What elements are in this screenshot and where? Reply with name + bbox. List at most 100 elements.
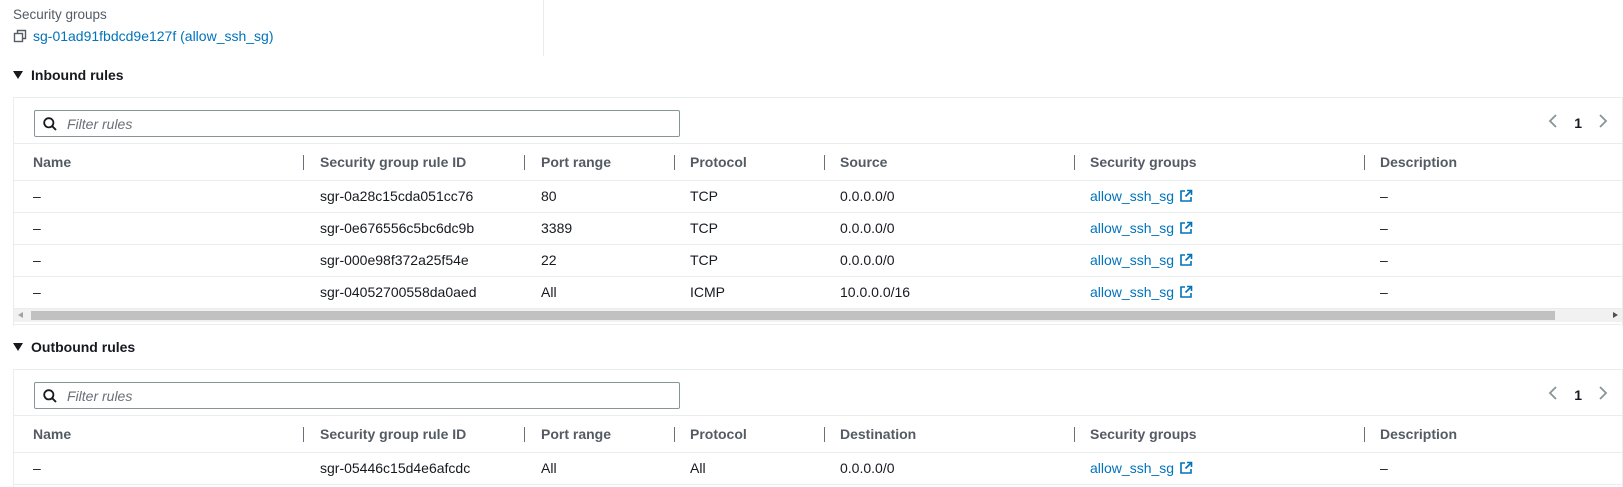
scroll-right-arrow-icon[interactable] <box>1613 312 1618 318</box>
cell-description: – <box>1380 188 1388 204</box>
cell-protocol: TCP <box>690 188 718 204</box>
column-header-description[interactable]: Description <box>1380 416 1457 452</box>
inbound-rules-title: Inbound rules <box>31 67 124 83</box>
column-header-port-range[interactable]: Port range <box>541 416 611 452</box>
cell-security-group-link[interactable]: allow_ssh_sg <box>1090 452 1193 484</box>
divider <box>543 0 544 56</box>
column-header-name[interactable]: Name <box>33 416 71 452</box>
column-header-destination[interactable]: Destination <box>840 416 916 452</box>
column-resizer[interactable] <box>674 155 675 170</box>
outbound-filter[interactable] <box>34 382 680 409</box>
column-resizer[interactable] <box>1364 155 1365 170</box>
column-resizer[interactable] <box>824 155 825 170</box>
search-icon <box>43 116 57 131</box>
cell-protocol: TCP <box>690 252 718 268</box>
cell-rule-id: sgr-0e676556c5bc6dc9b <box>320 220 475 236</box>
table-row: – sgr-0a28c15cda051cc76 80 TCP 0.0.0.0/0… <box>14 180 1622 213</box>
cell-security-group-link[interactable]: allow_ssh_sg <box>1090 276 1193 308</box>
cell-description: – <box>1380 284 1388 300</box>
scroll-left-arrow-icon[interactable] <box>18 312 23 318</box>
divider <box>13 324 1621 325</box>
security-group-link[interactable]: sg-01ad91fbdcd9e127f (allow_ssh_sg) <box>33 28 274 44</box>
external-link-icon <box>1180 253 1193 266</box>
external-link-icon <box>1180 461 1193 474</box>
column-resizer[interactable] <box>303 427 304 442</box>
column-resizer[interactable] <box>1074 155 1075 170</box>
security-group-link-text[interactable]: allow_ssh_sg <box>1090 452 1174 484</box>
cell-description: – <box>1380 252 1388 268</box>
cell-name: – <box>33 188 41 204</box>
cell-source: 10.0.0.0/16 <box>840 284 911 300</box>
cell-port-range: 80 <box>541 188 557 204</box>
column-header-rule-id[interactable]: Security group rule ID <box>320 144 466 180</box>
outbound-rules-panel: 1 Name Security group rule ID Port range… <box>13 369 1623 487</box>
cell-port-range: 3389 <box>541 220 573 236</box>
caret-down-icon <box>13 343 23 351</box>
cell-port-range: All <box>541 284 557 300</box>
column-header-port-range[interactable]: Port range <box>541 144 611 180</box>
external-link-icon <box>1180 285 1193 298</box>
copy-icon[interactable] <box>13 29 27 43</box>
inbound-page-number[interactable]: 1 <box>1574 115 1582 131</box>
inbound-table-header: Name Security group rule ID Port range P… <box>14 143 1622 181</box>
table-row: – sgr-0e676556c5bc6dc9b 3389 TCP 0.0.0.0… <box>14 212 1622 245</box>
chevron-left-icon[interactable] <box>1548 114 1558 131</box>
column-header-security-groups[interactable]: Security groups <box>1090 416 1197 452</box>
outbound-filter-input[interactable] <box>65 386 679 405</box>
column-resizer[interactable] <box>524 155 525 170</box>
security-group-link-text[interactable]: allow_ssh_sg <box>1090 276 1174 308</box>
column-header-name[interactable]: Name <box>33 144 71 180</box>
column-resizer[interactable] <box>303 155 304 170</box>
cell-protocol: TCP <box>690 220 718 236</box>
inbound-filter[interactable] <box>34 110 680 137</box>
external-link-icon <box>1180 189 1193 202</box>
column-header-rule-id[interactable]: Security group rule ID <box>320 416 466 452</box>
cell-port-range: All <box>541 460 557 476</box>
external-link-icon <box>1180 221 1193 234</box>
column-header-protocol[interactable]: Protocol <box>690 416 747 452</box>
cell-source: 0.0.0.0/0 <box>840 220 895 236</box>
security-group-link-row: sg-01ad91fbdcd9e127f (allow_ssh_sg) <box>13 28 274 44</box>
column-resizer[interactable] <box>824 427 825 442</box>
inbound-rules-toggle[interactable]: Inbound rules <box>13 67 124 83</box>
cell-protocol: All <box>690 460 706 476</box>
column-header-protocol[interactable]: Protocol <box>690 144 747 180</box>
column-resizer[interactable] <box>524 427 525 442</box>
scrollbar-thumb[interactable] <box>31 311 1555 320</box>
outbound-table-header: Name Security group rule ID Port range P… <box>14 415 1622 453</box>
chevron-right-icon[interactable] <box>1598 114 1608 131</box>
chevron-right-icon[interactable] <box>1598 386 1608 403</box>
outbound-rules-toggle[interactable]: Outbound rules <box>13 339 135 355</box>
cell-port-range: 22 <box>541 252 557 268</box>
column-resizer[interactable] <box>674 427 675 442</box>
outbound-pagination: 1 <box>1548 386 1608 403</box>
horizontal-scrollbar[interactable] <box>14 308 1622 322</box>
security-group-link-text[interactable]: allow_ssh_sg <box>1090 244 1174 276</box>
outbound-rules-title: Outbound rules <box>31 339 136 355</box>
cell-protocol: ICMP <box>690 284 725 300</box>
cell-name: – <box>33 220 41 236</box>
cell-rule-id: sgr-04052700558da0aed <box>320 284 477 300</box>
cell-security-group-link[interactable]: allow_ssh_sg <box>1090 212 1193 244</box>
table-row: – sgr-000e98f372a25f54e 22 TCP 0.0.0.0/0… <box>14 244 1622 277</box>
security-group-link-text[interactable]: allow_ssh_sg <box>1090 212 1174 244</box>
cell-security-group-link[interactable]: allow_ssh_sg <box>1090 180 1193 212</box>
caret-down-icon <box>13 71 23 79</box>
cell-security-group-link[interactable]: allow_ssh_sg <box>1090 244 1193 276</box>
inbound-filter-input[interactable] <box>65 114 679 133</box>
cell-source: 0.0.0.0/0 <box>840 252 895 268</box>
chevron-left-icon[interactable] <box>1548 386 1558 403</box>
security-group-link-text[interactable]: allow_ssh_sg <box>1090 180 1174 212</box>
outbound-page-number[interactable]: 1 <box>1574 387 1582 403</box>
cell-rule-id: sgr-000e98f372a25f54e <box>320 252 469 268</box>
cell-name: – <box>33 284 41 300</box>
column-header-security-groups[interactable]: Security groups <box>1090 144 1197 180</box>
inbound-rules-panel: 1 Name Security group rule ID Port range… <box>13 97 1623 326</box>
column-header-source[interactable]: Source <box>840 144 887 180</box>
column-header-description[interactable]: Description <box>1380 144 1457 180</box>
cell-name: – <box>33 252 41 268</box>
column-resizer[interactable] <box>1364 427 1365 442</box>
security-groups-label: Security groups <box>13 7 107 22</box>
cell-name: – <box>33 460 41 476</box>
column-resizer[interactable] <box>1074 427 1075 442</box>
